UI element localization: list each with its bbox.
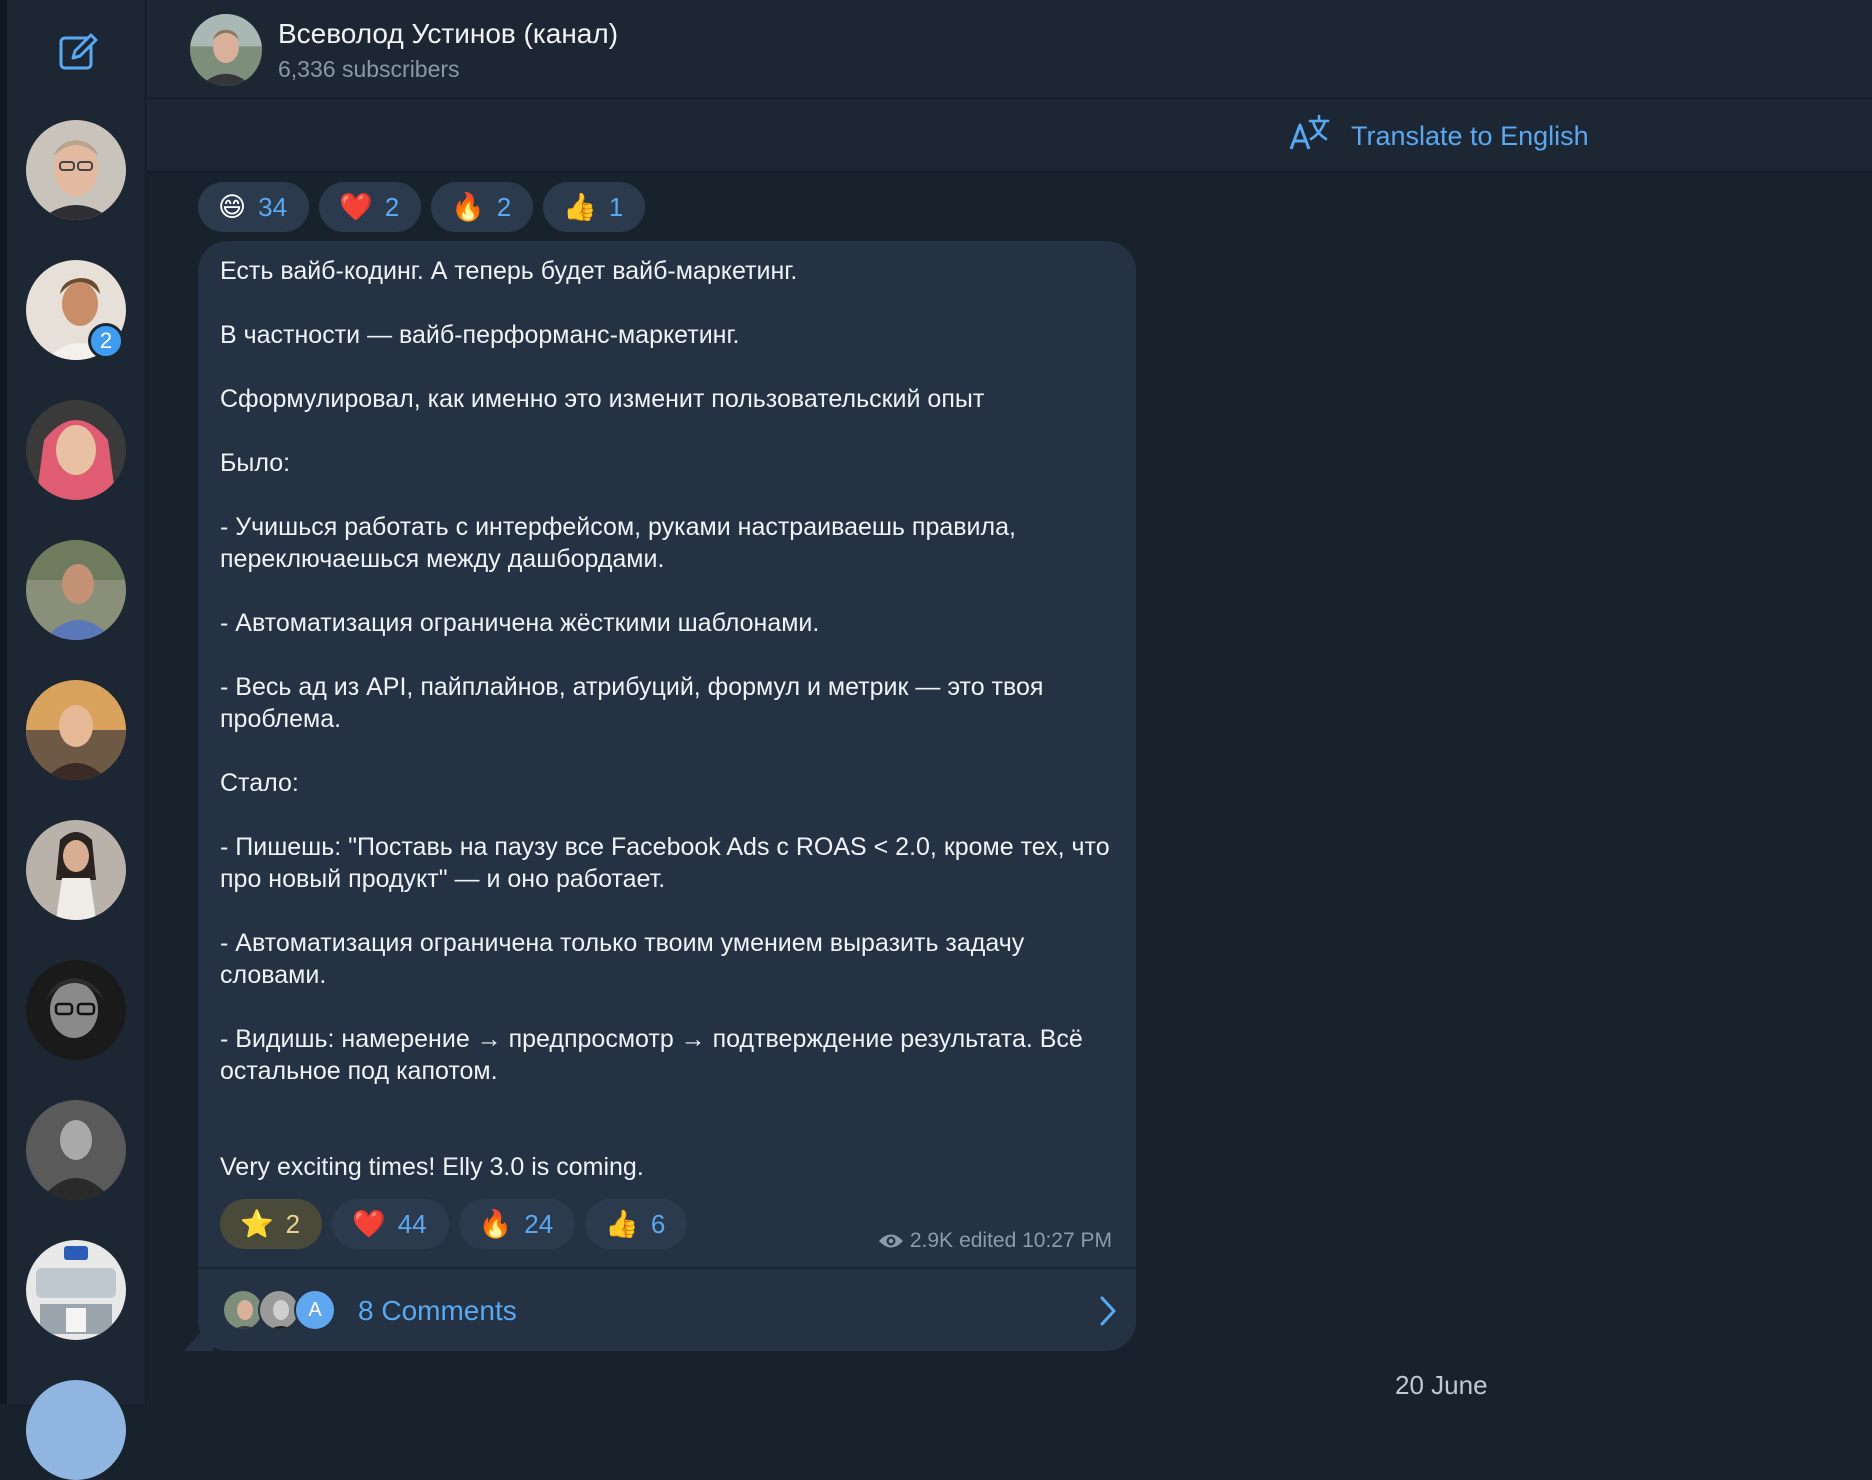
person-photo-icon xyxy=(26,960,126,1060)
reaction-fire[interactable]: 🔥 2 xyxy=(431,182,534,232)
translate-bar[interactable]: Translate to English xyxy=(146,99,1872,172)
reaction-thumbs-up[interactable]: 👍 1 xyxy=(543,182,646,232)
reaction-count: 34 xyxy=(258,191,288,222)
chat-avatar-6[interactable] xyxy=(26,820,126,920)
reaction-count: 44 xyxy=(397,1208,427,1239)
post-paragraph: - Автоматизация ограничена жёсткими шабл… xyxy=(220,609,820,637)
person-photo-icon xyxy=(26,120,126,220)
chat-avatar-5[interactable] xyxy=(26,680,126,780)
reaction-star[interactable]: ⭐ 2 xyxy=(220,1199,323,1249)
eye-icon xyxy=(878,1234,903,1248)
grin-emoji-icon: 😄 xyxy=(218,191,247,222)
post-reactions: ⭐ 2 ❤️ 44 🔥 24 👍 6 xyxy=(220,1199,688,1249)
heart-emoji-icon: ❤️ xyxy=(352,1208,386,1239)
post-paragraph: Стало: xyxy=(220,769,299,797)
translate-button[interactable]: Translate to English xyxy=(1351,121,1589,152)
view-count: 2.9K xyxy=(909,1229,954,1252)
post-paragraph: - Видишь: намерение → предпросмотр → под… xyxy=(220,1025,1090,1085)
reaction-grin[interactable]: 😄 34 xyxy=(198,182,310,232)
person-photo-icon xyxy=(26,680,126,780)
post-paragraph: - Пишешь: "Поставь на паузу все Facebook… xyxy=(220,833,1117,893)
person-photo-icon xyxy=(26,400,126,500)
star-emoji-icon: ⭐ xyxy=(240,1208,274,1239)
post-paragraph: В частности — вайб-перформанс-маркетинг. xyxy=(220,321,740,349)
person-photo-icon xyxy=(26,1380,126,1480)
post-paragraph: Сформулировал, как именно это изменит по… xyxy=(220,385,985,413)
chat-avatar-8[interactable] xyxy=(26,1100,126,1200)
chat-header[interactable]: Всеволод Устинов (канал) 6,336 subscribe… xyxy=(146,0,1872,99)
reaction-count: 2 xyxy=(496,191,512,222)
edited-time: edited 10:27 PM xyxy=(959,1229,1112,1252)
chat-avatar-7[interactable] xyxy=(26,960,126,1060)
heart-emoji-icon: ❤️ xyxy=(339,191,373,222)
post-paragraph: Было: xyxy=(220,449,291,477)
compose-icon[interactable] xyxy=(57,30,101,74)
comments-button[interactable]: A 8 Comments xyxy=(198,1269,1136,1351)
chat-avatar-10[interactable] xyxy=(26,1380,126,1480)
reaction-count: 6 xyxy=(650,1208,666,1239)
post-meta: 2.9K edited 10:27 PM xyxy=(878,1229,1112,1253)
reaction-count: 2 xyxy=(384,191,400,222)
channel-post[interactable]: Есть вайб-кодинг. А теперь будет вайб-ма… xyxy=(198,241,1136,1351)
reaction-heart[interactable]: ❤️ 44 xyxy=(332,1199,449,1249)
fire-emoji-icon: 🔥 xyxy=(451,191,485,222)
chevron-right-icon xyxy=(1100,1296,1116,1326)
reaction-count: 1 xyxy=(608,191,624,222)
chat-avatar-3[interactable] xyxy=(26,400,126,500)
reaction-count: 2 xyxy=(285,1208,301,1239)
channel-avatar[interactable] xyxy=(190,14,262,86)
person-photo-icon xyxy=(26,1100,126,1200)
post-paragraph: - Весь ад из API, пайплайнов, атрибуций,… xyxy=(220,673,1051,733)
reaction-heart[interactable]: ❤️ 2 xyxy=(319,182,422,232)
chat-avatar-9[interactable] xyxy=(26,1240,126,1340)
subscriber-count: 6,336 subscribers xyxy=(278,56,460,82)
chat-avatar-1[interactable] xyxy=(26,120,126,220)
fire-emoji-icon: 🔥 xyxy=(478,1208,513,1239)
reaction-fire[interactable]: 🔥 24 xyxy=(458,1199,576,1249)
post-paragraph: - Учишься работать с интерфейсом, руками… xyxy=(220,513,1023,573)
commenter-initial-avatar: A xyxy=(294,1289,336,1331)
chat-avatar-4[interactable] xyxy=(26,540,126,640)
chat-list-sidebar: 2 xyxy=(0,0,146,1480)
thumbs-up-emoji-icon: 👍 xyxy=(605,1208,639,1239)
comments-label: 8 Comments xyxy=(358,1295,517,1326)
channel-title: Всеволод Устинов (канал) xyxy=(278,18,619,49)
post-text: Есть вайб-кодинг. А теперь будет вайб-ма… xyxy=(220,255,1120,1183)
thumbs-up-emoji-icon: 👍 xyxy=(563,191,597,222)
unread-badge: 2 xyxy=(88,323,124,359)
person-photo-icon xyxy=(26,540,126,640)
post-paragraph: - Автоматизация ограничена только твоим … xyxy=(220,929,1032,989)
date-divider: 20 June xyxy=(1395,1370,1488,1400)
post-paragraph: Есть вайб-кодинг. А теперь будет вайб-ма… xyxy=(220,257,798,285)
post-closing-line: Very exciting times! Elly 3.0 is coming. xyxy=(220,1153,644,1181)
storefront-photo-icon xyxy=(26,1240,126,1340)
translate-icon xyxy=(1289,114,1330,150)
window-edge xyxy=(0,0,7,1404)
person-photo-icon xyxy=(190,14,262,86)
reaction-thumbs-up[interactable]: 👍 6 xyxy=(585,1199,688,1249)
person-photo-icon xyxy=(26,820,126,920)
reaction-count: 24 xyxy=(524,1208,554,1239)
previous-post-reactions: 😄 34 ❤️ 2 🔥 2 👍 1 xyxy=(198,182,646,232)
